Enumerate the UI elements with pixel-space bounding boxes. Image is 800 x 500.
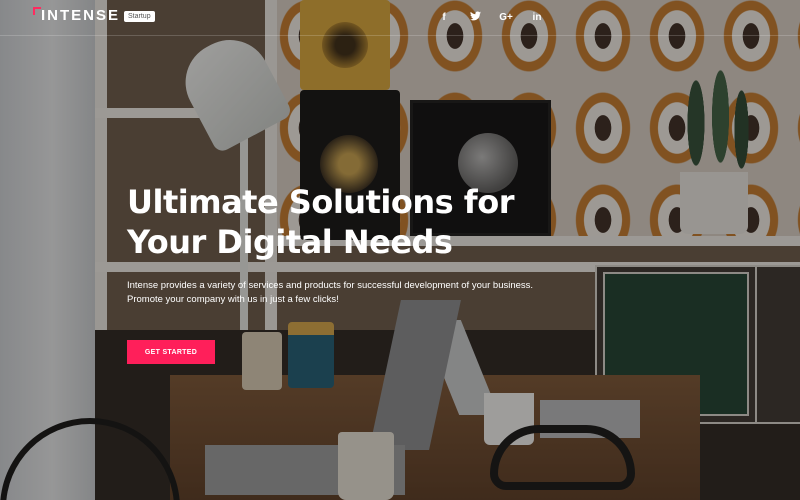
hero-title-line-1: Ultimate Solutions for [127, 183, 514, 221]
logo-mark-icon [33, 7, 41, 15]
logo-badge: Startup [124, 10, 155, 22]
logo-text: INTENSE [41, 7, 121, 24]
social-links: f G+ in [437, 11, 561, 25]
hero-description-line-2: Promote your company with us in just a f… [127, 294, 339, 305]
twitter-icon[interactable] [468, 11, 482, 25]
google-plus-icon[interactable]: G+ [499, 11, 513, 25]
site-header: INTENSE Startup f G+ in [0, 0, 800, 36]
hero-title: Ultimate Solutions for Your Digital Need… [127, 182, 547, 262]
logo[interactable]: INTENSE Startup [33, 7, 155, 25]
get-started-button[interactable]: GET STARTED [127, 340, 215, 364]
hero-description-line-1: Intense provides a variety of services a… [127, 280, 534, 291]
hero-title-line-2: Your Digital Needs [127, 223, 453, 261]
facebook-icon[interactable]: f [437, 11, 451, 25]
hero-description: Intense provides a variety of services a… [127, 279, 597, 307]
twitter-bird-icon [469, 11, 481, 21]
linkedin-icon[interactable]: in [530, 11, 544, 25]
